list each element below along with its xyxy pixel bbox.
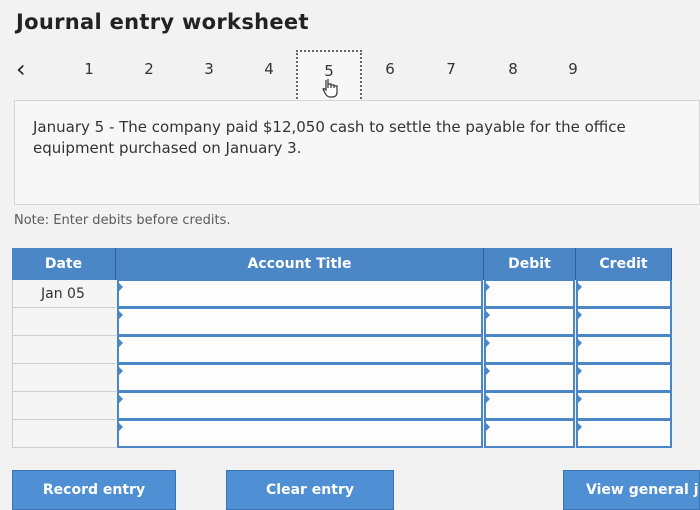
table-row: Jan 05 [12,280,672,308]
journal-table: Date Account Title Debit Credit Jan 05 [12,248,672,448]
credit-input[interactable] [576,420,672,448]
hand-pointer-icon [322,79,338,98]
header-credit: Credit [576,248,672,280]
record-entry-button[interactable]: Record entry [12,470,176,510]
clear-entry-button[interactable]: Clear entry [226,470,394,510]
table-row [12,420,672,448]
date-cell [12,308,116,336]
account-title-input[interactable] [116,336,483,364]
account-title-input[interactable] [116,364,483,392]
transaction-description: January 5 - The company paid $12,050 cas… [14,100,700,205]
table-row [12,336,672,364]
date-cell [12,364,116,392]
step-9[interactable]: 9 [558,60,588,78]
table-row [12,308,672,336]
account-title-input[interactable] [116,392,483,420]
credit-input[interactable] [576,280,672,308]
date-cell: Jan 05 [12,280,116,308]
debit-input[interactable] [483,280,576,308]
debit-input[interactable] [483,336,576,364]
view-general-journal-button[interactable]: View general jo [563,470,700,510]
step-1[interactable]: 1 [74,60,104,78]
step-4[interactable]: 4 [254,60,284,78]
account-title-input[interactable] [116,420,483,448]
debit-input[interactable] [483,364,576,392]
header-debit: Debit [484,248,576,280]
table-header: Date Account Title Debit Credit [12,248,672,280]
date-cell [12,420,116,448]
step-2[interactable]: 2 [134,60,164,78]
table-row [12,392,672,420]
date-cell [12,392,116,420]
credit-input[interactable] [576,336,672,364]
account-title-input[interactable] [116,280,483,308]
header-account-title: Account Title [116,248,484,280]
chevron-left-icon[interactable]: ‹ [16,55,26,83]
step-5-active[interactable]: 5 [296,50,362,102]
step-3[interactable]: 3 [194,60,224,78]
credit-input[interactable] [576,308,672,336]
step-7[interactable]: 7 [436,60,466,78]
date-cell [12,336,116,364]
credit-input[interactable] [576,364,672,392]
step-6[interactable]: 6 [375,60,405,78]
debit-input[interactable] [483,420,576,448]
step-navigation: ‹ 1 2 3 4 5 6 7 8 9 [0,42,700,102]
account-title-input[interactable] [116,308,483,336]
debit-input[interactable] [483,308,576,336]
debit-input[interactable] [483,392,576,420]
step-8[interactable]: 8 [498,60,528,78]
worksheet-title: Journal entry worksheet [16,10,309,34]
credit-input[interactable] [576,392,672,420]
instruction-note: Note: Enter debits before credits. [14,213,231,228]
table-row [12,364,672,392]
header-date: Date [12,248,116,280]
